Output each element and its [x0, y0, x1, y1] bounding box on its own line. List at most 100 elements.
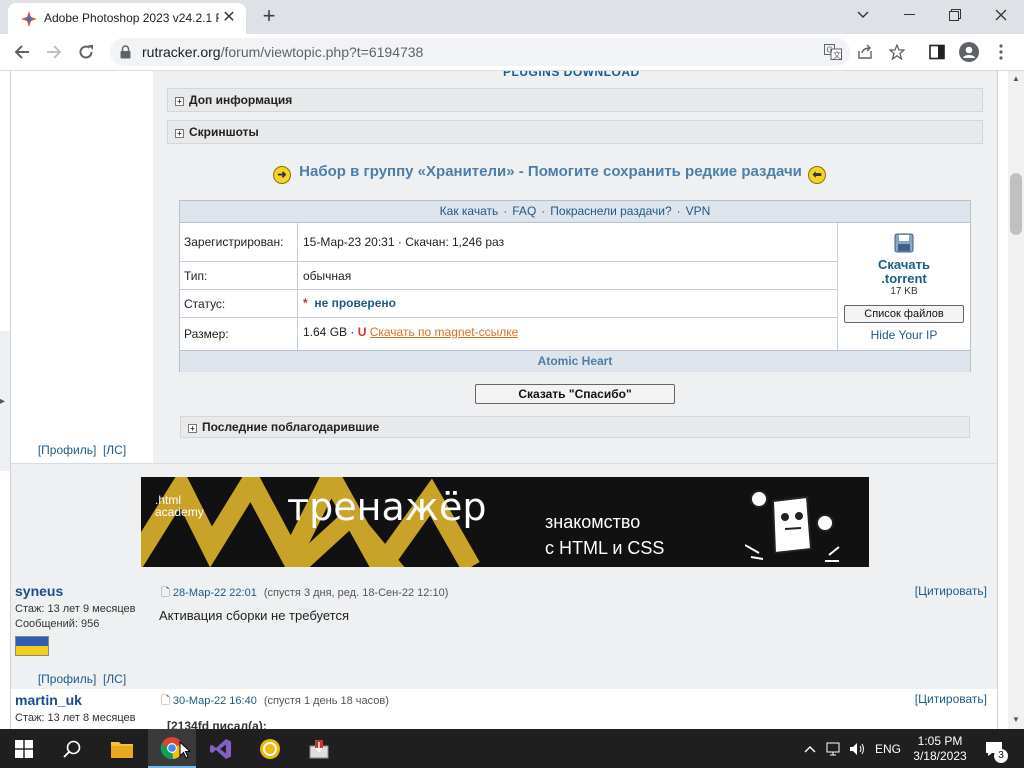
clock[interactable]: 1:05 PM 3/18/2023 [908, 729, 972, 768]
windows-taskbar: ENG 1:05 PM 3/18/2023 3 [0, 729, 1024, 768]
notifications-button[interactable]: 3 [980, 729, 1008, 768]
gutter-arrow-icon[interactable]: ▸ [0, 396, 5, 407]
post-author-column: syneus Стаж: 13 лет 9 месяцев Сообщений:… [11, 579, 154, 690]
magnet-link[interactable]: Скачать по magnet-ссылке [370, 325, 519, 339]
spoiler-more-info[interactable]: + Доп информация [167, 88, 983, 112]
forum-topic: [Профиль] [ЛС] PLUGINS DOWNLOAD + Доп инф… [10, 71, 998, 729]
download-torrent-link[interactable]: Скачать .torrent [838, 258, 970, 286]
say-thanks-button[interactable]: Сказать "Спасибо" [475, 384, 675, 404]
visual-studio-button[interactable] [197, 729, 245, 768]
svg-text:文: 文 [833, 50, 841, 60]
quote-button[interactable]: [Цитировать] [915, 692, 987, 706]
minimize-button[interactable] [886, 0, 932, 30]
circle-app-icon [260, 738, 280, 759]
bookmark-button[interactable] [882, 37, 912, 67]
author-message-count: Сообщений: 956 [15, 618, 100, 630]
expand-icon: + [175, 129, 184, 138]
restore-button[interactable] [932, 0, 978, 30]
spoiler-screenshots[interactable]: + Скриншоты [167, 120, 983, 144]
translate-button[interactable]: G文 [818, 37, 848, 67]
plugins-download-heading: PLUGINS DOWNLOAD [503, 71, 640, 79]
reload-button[interactable] [71, 37, 101, 67]
registered-value: 15-Мар-23 20:31 · Скачан: 1,246 раз [303, 235, 505, 249]
close-window-button[interactable] [978, 0, 1024, 30]
magnet-icon: U [357, 325, 367, 339]
arrow-right-icon: ➜ [273, 166, 291, 184]
installer-button[interactable] [295, 729, 343, 768]
post-icon: 🗋 [161, 695, 170, 707]
tab-close-icon[interactable]: ✕ [220, 9, 238, 27]
start-button[interactable] [0, 729, 48, 768]
type-label: Тип: [184, 269, 208, 283]
share-icon [858, 44, 872, 59]
type-row: Тип: обычная [180, 262, 837, 290]
app-button[interactable] [246, 729, 294, 768]
post-author[interactable]: syneus [15, 583, 63, 599]
floppy-disk-icon[interactable] [894, 233, 914, 253]
lock-icon [120, 45, 131, 59]
profile-button[interactable] [954, 37, 984, 67]
ad-strip: .html academy тренажёр знакомство с HTML и… [11, 463, 997, 581]
scrollbar-thumb[interactable] [1010, 173, 1022, 235]
side-panel-button[interactable] [922, 37, 952, 67]
keepers-recruit-link[interactable]: ➜ Набор в группу «Хранители» - Помогите … [273, 163, 889, 185]
scroll-down-icon[interactable]: ▼ [1012, 715, 1020, 724]
ad-headline: тренажёр [287, 485, 487, 529]
volume-button[interactable] [848, 729, 868, 768]
browser-toolbar: rutracker.org/forum/viewtopic.php?t=6194… [0, 34, 1024, 71]
faq-link[interactable]: FAQ [512, 204, 536, 218]
share-button[interactable] [850, 37, 880, 67]
status-row: Статус: * не проверено [180, 290, 837, 318]
type-value: обычная [303, 269, 352, 283]
post-body: 🗋 30-Мар-22 16:40 (спустя 1 день 18 часо… [153, 689, 997, 729]
game-name-bar: Atomic Heart [180, 350, 970, 372]
visual-studio-icon [210, 738, 231, 759]
quote-button[interactable]: [Цитировать] [915, 584, 987, 598]
arrow-right-icon [47, 45, 62, 59]
status-value: * не проверено [303, 296, 396, 310]
browser-tab[interactable]: Adobe Photoshop 2023 v24.2.1 R ✕ [8, 3, 246, 34]
attachment-help-links: Как качать · FAQ · Покраснели раздачи? · VPN [180, 201, 970, 223]
menu-button[interactable] [986, 37, 1016, 67]
language-indicator[interactable]: ENG [872, 729, 904, 768]
scroll-up-icon[interactable]: ▲ [1012, 74, 1020, 83]
html-academy-banner[interactable]: .html academy тренажёр знакомство с HTML и… [141, 477, 869, 567]
post-text: Активация сборки не требуется [159, 608, 349, 623]
minimize-icon [903, 14, 915, 15]
post-date-link[interactable]: 30-Мар-22 16:40 [173, 695, 257, 707]
last-thanked-spoiler[interactable]: + Последние поблагодарившие [180, 416, 970, 438]
back-button[interactable] [7, 37, 37, 67]
post-edit-info: (спустя 3 дня, ред. 18-Сен-22 12:10) [263, 587, 449, 599]
size-value: 1.64 GB · U Скачать по magnet-ссылке [303, 325, 519, 339]
torrent-attachment-table: Как качать · FAQ · Покраснели раздачи? · VPN З… [179, 200, 971, 372]
search-button[interactable] [48, 729, 96, 768]
post-profile-links[interactable]: [Профиль] [ЛС] [11, 441, 153, 459]
post-header: 🗋 28-Мар-22 22:01 (спустя 3 дня, ред. 18… [161, 584, 448, 603]
tab-search-button[interactable] [840, 0, 886, 30]
page-scrollbar[interactable]: ▲ ▼ [1008, 71, 1024, 729]
show-hidden-icons-button[interactable] [800, 729, 820, 768]
clock-time: 1:05 PM [917, 733, 963, 748]
post-profile-links[interactable]: [Профиль] [ЛС] [11, 670, 153, 688]
vpn-link[interactable]: VPN [686, 204, 711, 218]
address-bar[interactable]: rutracker.org/forum/viewtopic.php?t=6194… [110, 38, 850, 66]
file-list-button[interactable]: Список файлов [844, 305, 964, 323]
post-author-column: [Профиль] [ЛС] [11, 71, 154, 463]
post-date-link[interactable]: 28-Мар-22 22:01 [173, 587, 257, 599]
how-to-download-link[interactable]: Как качать [440, 204, 499, 218]
arrow-left-icon: ⬅ [808, 166, 827, 184]
speaker-icon [850, 742, 864, 755]
translate-icon: G文 [824, 44, 842, 60]
post-body: 🗋 28-Мар-22 22:01 (спустя 3 дня, ред. 18… [153, 579, 997, 690]
close-icon [995, 9, 1007, 21]
post-author[interactable]: martin_uk [15, 692, 82, 708]
red-torrents-link[interactable]: Покраснели раздачи? [550, 204, 671, 218]
forward-button[interactable] [39, 37, 69, 67]
file-explorer-button[interactable] [98, 729, 146, 768]
folder-icon [111, 741, 133, 758]
side-panel-icon [929, 44, 945, 60]
network-button[interactable] [824, 729, 844, 768]
new-tab-button[interactable]: + [256, 5, 282, 29]
registered-label: Зарегистрирован: [184, 235, 284, 249]
hide-ip-link[interactable]: Hide Your IP [838, 328, 970, 342]
